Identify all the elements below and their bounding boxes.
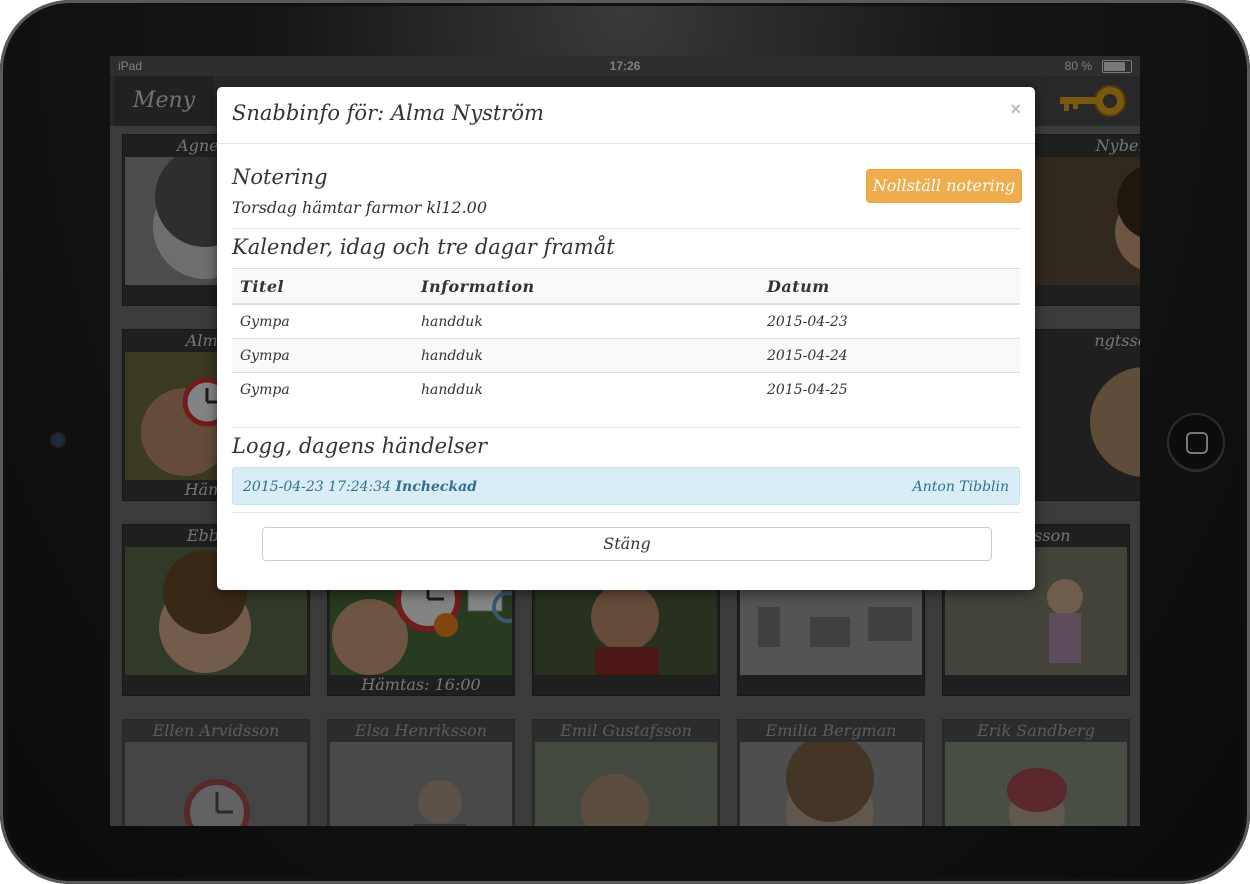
log-entry: 2015-04-23 17:24:34 Incheckad Anton Tibb… [232, 467, 1020, 505]
calendar-table: Titel Information Datum Gympa handduk 20… [232, 268, 1020, 406]
table-row: Gympa handduk 2015-04-24 [232, 338, 1020, 373]
log-heading: Logg, dagens händelser [232, 434, 488, 458]
front-camera [52, 434, 64, 446]
event-info: handduk [413, 372, 759, 406]
table-row: Gympa handduk 2015-04-25 [232, 372, 1020, 406]
close-button[interactable]: Stäng [262, 527, 992, 561]
column-header: Information [413, 268, 759, 305]
note-heading: Notering [232, 165, 328, 189]
event-date: 2015-04-24 [759, 338, 1020, 373]
event-date: 2015-04-25 [759, 372, 1020, 406]
event-title: Gympa [232, 372, 413, 406]
column-header: Datum [759, 268, 1020, 305]
log-event: Incheckad [395, 479, 477, 495]
divider [232, 512, 1020, 513]
close-icon[interactable]: × [1010, 99, 1021, 120]
home-square-icon [1186, 432, 1208, 454]
event-info: handduk [413, 303, 759, 339]
log-timestamp: 2015-04-23 17:24:34 [243, 479, 392, 495]
note-text: Torsdag hämtar farmor kl12.00 [232, 198, 488, 217]
log-text: 2015-04-23 17:24:34 Incheckad [243, 468, 477, 506]
event-title: Gympa [232, 303, 413, 339]
table-header-row: Titel Information Datum [232, 268, 1020, 305]
event-date: 2015-04-23 [759, 303, 1020, 339]
home-button[interactable] [1167, 413, 1225, 471]
modal-title: Snabbinfo för: Alma Nyström [232, 101, 544, 125]
modal-header: Snabbinfo för: Alma Nyström × [217, 87, 1035, 144]
event-title: Gympa [232, 338, 413, 373]
quick-info-modal: Snabbinfo för: Alma Nyström × Notering T… [217, 87, 1035, 590]
log-user: Anton Tibblin [912, 479, 1009, 495]
calendar-heading: Kalender, idag och tre dagar framåt [232, 235, 615, 259]
event-info: handduk [413, 338, 759, 373]
tablet-frame: iPad 17:26 80 % Meny Agnes Gu Nybe Alma … [0, 0, 1250, 884]
divider [232, 228, 1020, 229]
table-row: Gympa handduk 2015-04-23 [232, 303, 1020, 339]
divider [232, 427, 1020, 428]
column-header: Titel [232, 268, 413, 305]
reset-note-button[interactable]: Nollställ notering [866, 169, 1022, 203]
